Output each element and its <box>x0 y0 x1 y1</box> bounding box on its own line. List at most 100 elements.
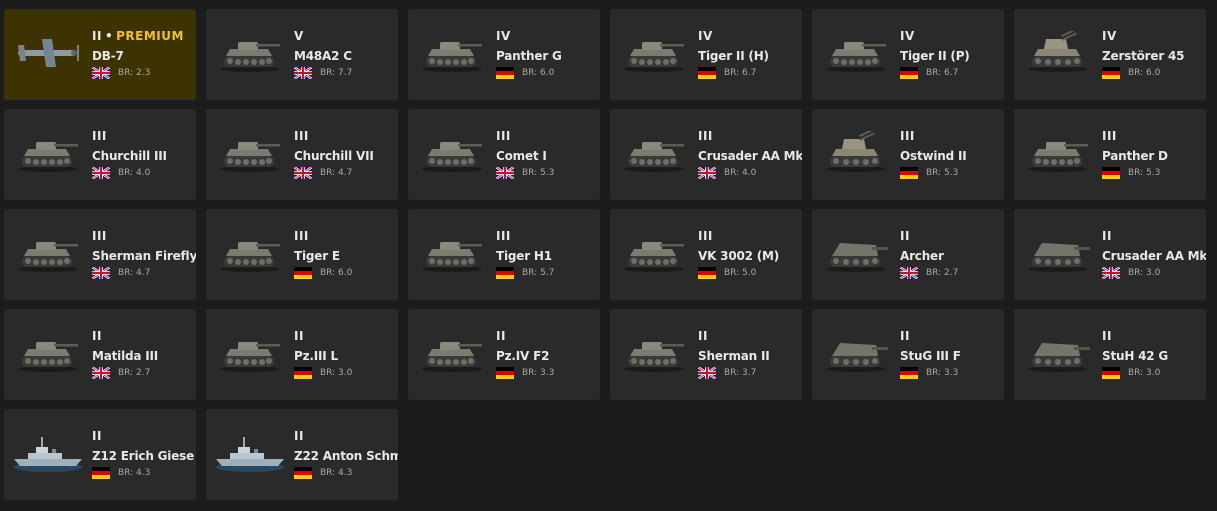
vehicle-card[interactable]: II StuG III F BR: 3.3 <box>812 309 1004 400</box>
vehicle-tier: II <box>294 429 304 443</box>
vehicle-tier-row: III <box>92 228 196 244</box>
vehicle-tier-row: II <box>496 328 600 344</box>
vehicle-card[interactable]: II Z22 Anton Schmitt BR: 4.3 <box>206 409 398 500</box>
tank-thumbnail-icon <box>618 331 690 375</box>
vehicle-tier: II <box>92 429 102 443</box>
vehicle-tier: II <box>698 329 708 343</box>
vehicle-tier-row: IV <box>1102 28 1206 44</box>
vehicle-card[interactable]: II • PREMIUM DB-7 BR: 2.3 <box>4 9 196 100</box>
vehicle-name: Sherman II <box>698 349 770 363</box>
germany-flag-icon <box>92 467 110 479</box>
vehicle-card[interactable]: II Pz.IV F2 BR: 3.3 <box>408 309 600 400</box>
vehicle-card[interactable]: III Comet I BR: 5.3 <box>408 109 600 200</box>
vehicle-card[interactable]: II Crusader AA Mk I BR: 3.0 <box>1014 209 1206 300</box>
vehicle-card[interactable]: II Matilda III BR: 2.7 <box>4 309 196 400</box>
spg-thumbnail-icon <box>820 231 892 275</box>
vehicle-card[interactable]: III Tiger H1 BR: 5.7 <box>408 209 600 300</box>
vehicle-card[interactable]: II Archer BR: 2.7 <box>812 209 1004 300</box>
vehicle-card[interactable]: III Churchill III BR: 4.0 <box>4 109 196 200</box>
tank-thumbnail-icon <box>416 231 488 275</box>
germany-flag-icon <box>294 367 312 379</box>
vehicle-name: Crusader AA Mk I <box>1102 249 1206 263</box>
vehicle-tier-row: II <box>92 328 196 344</box>
battle-rating: BR: 6.0 <box>522 68 555 78</box>
vehicle-tier-row: II <box>294 428 398 444</box>
vehicle-tier-row: III <box>1102 128 1206 144</box>
vehicle-meta: BR: 3.0 <box>294 366 398 380</box>
battle-rating: BR: 3.0 <box>1128 368 1161 378</box>
vehicle-info: III Tiger H1 BR: 5.7 <box>496 228 600 280</box>
battle-rating: BR: 5.0 <box>724 268 757 278</box>
spg-thumbnail-icon <box>820 331 892 375</box>
vehicle-info: III VK 3002 (M) BR: 5.0 <box>698 228 802 280</box>
vehicle-tier-row: V <box>294 28 398 44</box>
vehicle-meta: BR: 3.3 <box>496 366 600 380</box>
tank-thumbnail-icon <box>12 131 84 175</box>
vehicle-tier: II <box>294 329 304 343</box>
vehicle-card[interactable]: III Churchill VII BR: 4.7 <box>206 109 398 200</box>
vehicle-info: II Z12 Erich Giese BR: 4.3 <box>92 428 196 480</box>
vehicle-info: II Sherman II BR: 3.7 <box>698 328 802 380</box>
vehicle-meta: BR: 2.7 <box>92 366 196 380</box>
vehicle-card[interactable]: III VK 3002 (M) BR: 5.0 <box>610 209 802 300</box>
vehicle-tier-row: IV <box>496 28 600 44</box>
vehicle-name: StuG III F <box>900 349 961 363</box>
vehicle-tier-row: II <box>1102 228 1206 244</box>
separator-dot: • <box>104 29 114 43</box>
vehicle-card[interactable]: II Pz.III L BR: 3.0 <box>206 309 398 400</box>
vehicle-meta: BR: 4.7 <box>92 266 196 280</box>
vehicle-meta: BR: 5.7 <box>496 266 600 280</box>
vehicle-card[interactable]: III Tiger E BR: 6.0 <box>206 209 398 300</box>
vehicle-name: Tiger H1 <box>496 249 552 263</box>
vehicle-info: III Tiger E BR: 6.0 <box>294 228 398 280</box>
vehicle-card[interactable]: V M48A2 C BR: 7.7 <box>206 9 398 100</box>
vehicle-tier-row: II <box>92 428 196 444</box>
vehicle-name: Tiger II (H) <box>698 49 769 63</box>
vehicle-tier-row: III <box>698 228 802 244</box>
battle-rating: BR: 6.7 <box>926 68 959 78</box>
vehicle-tier-row: II <box>1102 328 1206 344</box>
vehicle-tier: II <box>900 329 910 343</box>
vehicle-name: Z22 Anton Schmitt <box>294 449 398 463</box>
vehicle-card[interactable]: III Panther D BR: 5.3 <box>1014 109 1206 200</box>
vehicle-name: Tiger II (P) <box>900 49 970 63</box>
vehicle-info: III Panther D BR: 5.3 <box>1102 128 1206 180</box>
vehicle-name: Tiger E <box>294 249 340 263</box>
vehicle-info: II StuH 42 G BR: 3.0 <box>1102 328 1206 380</box>
battle-rating: BR: 3.3 <box>522 368 555 378</box>
battle-rating: BR: 4.0 <box>118 168 151 178</box>
vehicle-info: II StuG III F BR: 3.3 <box>900 328 1004 380</box>
vehicle-info: III Comet I BR: 5.3 <box>496 128 600 180</box>
vehicle-card[interactable]: IV Zerstörer 45 BR: 6.0 <box>1014 9 1206 100</box>
vehicle-meta: BR: 2.7 <box>900 266 1004 280</box>
germany-flag-icon <box>900 367 918 379</box>
vehicle-card[interactable]: III Crusader AA Mk II BR: 4.0 <box>610 109 802 200</box>
tank-thumbnail-icon <box>12 231 84 275</box>
vehicle-card[interactable]: II Sherman II BR: 3.7 <box>610 309 802 400</box>
vehicle-card[interactable]: II StuH 42 G BR: 3.0 <box>1014 309 1206 400</box>
germany-flag-icon <box>1102 367 1120 379</box>
vehicle-card[interactable]: IV Panther G BR: 6.0 <box>408 9 600 100</box>
vehicle-tier-row: III <box>496 128 600 144</box>
vehicle-info: V M48A2 C BR: 7.7 <box>294 28 398 80</box>
vehicle-meta: BR: 6.0 <box>294 266 398 280</box>
battle-rating: BR: 4.7 <box>118 268 151 278</box>
vehicle-card[interactable]: III Ostwind II BR: 5.3 <box>812 109 1004 200</box>
battle-rating: BR: 5.3 <box>522 168 555 178</box>
vehicle-name: Panther G <box>496 49 562 63</box>
battle-rating: BR: 6.0 <box>320 268 353 278</box>
vehicle-name: Comet I <box>496 149 547 163</box>
vehicle-meta: BR: 4.0 <box>92 166 196 180</box>
tank-thumbnail-icon <box>12 331 84 375</box>
vehicle-name: Pz.IV F2 <box>496 349 550 363</box>
vehicle-info: III Churchill III BR: 4.0 <box>92 128 196 180</box>
uk-flag-icon <box>92 267 110 279</box>
vehicle-meta: BR: 2.3 <box>92 66 196 80</box>
vehicle-card[interactable]: III Sherman Firefly BR: 4.7 <box>4 209 196 300</box>
vehicle-card[interactable]: IV Tiger II (H) BR: 6.7 <box>610 9 802 100</box>
vehicle-info: IV Tiger II (H) BR: 6.7 <box>698 28 802 80</box>
battle-rating: BR: 6.7 <box>724 68 757 78</box>
vehicle-card[interactable]: II Z12 Erich Giese BR: 4.3 <box>4 409 196 500</box>
vehicle-name: Z12 Erich Giese <box>92 449 195 463</box>
vehicle-card[interactable]: IV Tiger II (P) BR: 6.7 <box>812 9 1004 100</box>
